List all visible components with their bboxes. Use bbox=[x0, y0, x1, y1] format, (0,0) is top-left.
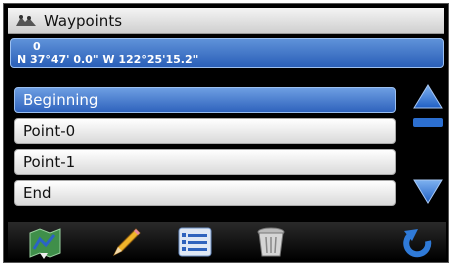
device-screen: Waypoints 0 N 37°47' 0.0" W 122°25'15.2"… bbox=[3, 3, 449, 263]
title-bar: Waypoints bbox=[8, 8, 444, 34]
pencil-icon[interactable] bbox=[106, 225, 144, 259]
waypoint-list: Beginning Point-0 Point-1 End bbox=[8, 74, 446, 220]
location-coordinates: N 37°47' 0.0" W 122°25'15.2" bbox=[17, 53, 199, 66]
waypoints-icon bbox=[16, 15, 36, 26]
map-icon[interactable] bbox=[26, 225, 64, 259]
back-icon[interactable] bbox=[398, 225, 436, 259]
trash-icon[interactable] bbox=[252, 225, 290, 259]
list-icon[interactable] bbox=[176, 225, 214, 259]
arrow-up-icon[interactable] bbox=[412, 82, 444, 112]
list-item-point-1[interactable]: Point-1 bbox=[14, 149, 396, 175]
list-item-end[interactable]: End bbox=[14, 180, 396, 206]
bottom-toolbar bbox=[8, 222, 446, 260]
scrollbar-thumb[interactable] bbox=[413, 118, 443, 127]
list-item-point-0[interactable]: Point-0 bbox=[14, 118, 396, 144]
location-bar: 0 N 37°47' 0.0" W 122°25'15.2" bbox=[10, 38, 444, 68]
page-title: Waypoints bbox=[44, 12, 123, 30]
arrow-down-icon[interactable] bbox=[412, 176, 444, 206]
list-item-beginning[interactable]: Beginning bbox=[14, 87, 396, 113]
location-index: 0 bbox=[33, 40, 41, 53]
